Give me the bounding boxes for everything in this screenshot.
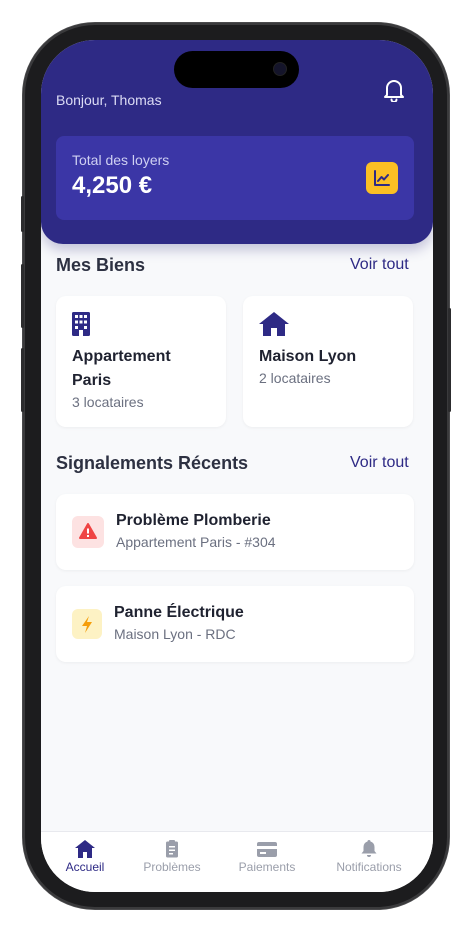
- report-location: Maison Lyon - RDC: [114, 626, 236, 642]
- tab-label: Paiements: [238, 860, 296, 874]
- volume-down-button: [21, 348, 24, 412]
- tab-accueil[interactable]: Accueil: [56, 832, 114, 892]
- volume-up-button: [21, 264, 24, 328]
- dashboard-header: Bonjour, Thomas Total des loyers 4,250 €: [41, 40, 433, 244]
- bell-icon: [359, 840, 379, 858]
- report-title: Problème Plomberie: [116, 512, 271, 529]
- tab-label: Notifications: [336, 860, 402, 874]
- house-icon: [259, 312, 289, 341]
- tab-label: Problèmes: [143, 860, 201, 874]
- property-tenants: 3 locataires: [72, 394, 144, 410]
- total-rent-label: Total des loyers: [72, 152, 170, 168]
- chart-button[interactable]: [366, 162, 398, 194]
- bolt-icon: [72, 609, 102, 639]
- app-screen: Bonjour, Thomas Total des loyers 4,250 €…: [41, 40, 433, 892]
- properties-see-all-link[interactable]: Voir tout: [350, 256, 409, 274]
- report-card-plomberie[interactable]: Problème Plomberie Appartement Paris - #…: [56, 494, 414, 570]
- property-card-appartement-paris[interactable]: Appartement Paris 3 locataires: [56, 296, 226, 427]
- dynamic-island: [174, 51, 299, 88]
- warning-icon: [72, 516, 104, 548]
- reports-section-title: Signalements Récents: [56, 453, 249, 473]
- tab-paiements[interactable]: Paiements: [232, 832, 302, 892]
- tab-label: Accueil: [65, 860, 105, 874]
- property-name: Appartement Paris: [72, 348, 171, 389]
- report-title: Panne Électrique: [114, 604, 244, 621]
- properties-section-title: Mes Biens: [56, 255, 146, 275]
- tab-problemes[interactable]: Problèmes: [137, 832, 207, 892]
- card-icon: [257, 840, 277, 858]
- property-name: Maison Lyon: [259, 348, 357, 365]
- reports-see-all-link[interactable]: Voir tout: [350, 454, 409, 472]
- notification-bell-icon[interactable]: [383, 78, 405, 103]
- clipboard-icon: [162, 840, 182, 858]
- chart-line-icon: [374, 170, 390, 186]
- power-button: [448, 308, 451, 412]
- property-tenants: 2 locataires: [259, 370, 331, 386]
- total-rent-value: 4,250 €: [72, 172, 153, 199]
- property-card-maison-lyon[interactable]: Maison Lyon 2 locataires: [243, 296, 413, 427]
- report-card-electrique[interactable]: Panne Électrique Maison Lyon - RDC: [56, 586, 414, 662]
- tab-notifications[interactable]: Notifications: [327, 832, 411, 892]
- total-rent-card[interactable]: Total des loyers 4,250 €: [56, 136, 414, 220]
- home-icon: [75, 840, 95, 858]
- greeting-text: Bonjour, Thomas: [56, 92, 162, 108]
- bottom-tab-bar: Accueil Problèmes Paiements Notification…: [41, 831, 433, 892]
- action-button: [21, 196, 24, 232]
- building-icon: [72, 312, 90, 341]
- report-location: Appartement Paris - #304: [116, 534, 276, 550]
